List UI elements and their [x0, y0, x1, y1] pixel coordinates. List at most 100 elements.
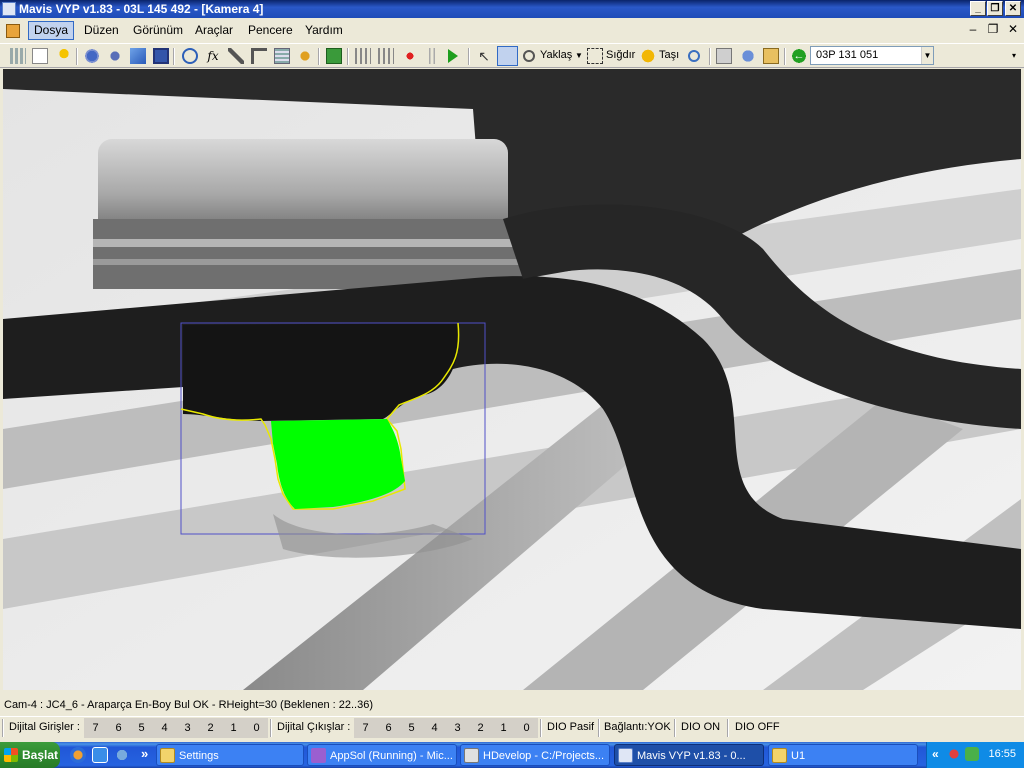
task-hdevelop[interactable]: HDevelop - C:/Projects...	[460, 744, 610, 766]
title-bar: Mavis VYP v1.83 - 03L 145 492 - [Kamera …	[0, 0, 1024, 18]
menu-dosya[interactable]: Dosya	[28, 21, 75, 40]
digital-input-7: 7	[84, 718, 107, 738]
record-icon[interactable]	[402, 48, 418, 64]
start-button[interactable]: Başlat	[0, 742, 60, 768]
fit-icon[interactable]	[587, 48, 603, 64]
zoom-dropdown-icon[interactable]: ▼	[575, 51, 583, 60]
save-icon[interactable]	[153, 48, 169, 64]
digital-input-6: 6	[107, 718, 130, 738]
close-button[interactable]: ✕	[1005, 1, 1021, 16]
gears-icon[interactable]	[107, 48, 123, 64]
camera-combo-value: 03P 131 051	[816, 49, 879, 61]
camera-image-view[interactable]	[3, 69, 1021, 690]
app-window-icon	[618, 748, 633, 763]
digital-output-6: 6	[377, 718, 400, 738]
toolbar-separator	[709, 48, 711, 65]
dio-separator	[674, 719, 676, 737]
play-icon[interactable]	[448, 49, 458, 63]
visual-studio-icon	[311, 748, 326, 763]
book-icon[interactable]	[326, 48, 342, 64]
windows-logo-icon	[4, 748, 18, 762]
tray-network-icon[interactable]	[965, 747, 979, 761]
digital-input-0: 0	[245, 718, 268, 738]
minimize-button[interactable]: _	[970, 1, 986, 16]
digital-input-2: 2	[199, 718, 222, 738]
print-icon[interactable]	[716, 48, 732, 64]
app-icon[interactable]	[2, 2, 16, 16]
inspect-icon[interactable]	[182, 48, 198, 64]
toolbar-separator	[468, 48, 470, 65]
menu-duzen[interactable]: Düzen	[79, 21, 124, 40]
digital-output-3: 3	[446, 718, 469, 738]
pointer-icon[interactable]: ↖	[476, 48, 492, 64]
menu-bar: Dosya Düzen Görünüm Araçlar Pencere Yard…	[0, 18, 1024, 43]
dio-bar: Dijital Girişler : 7 6 5 4 3 2 1 0 Dijit…	[0, 716, 1024, 739]
move-label[interactable]: Taşı	[659, 49, 679, 61]
messenger-icon[interactable]	[114, 747, 130, 763]
dio-off-button[interactable]: DIO OFF	[735, 721, 780, 733]
task-settings[interactable]: Settings	[156, 744, 304, 766]
toolbar-separator	[173, 48, 175, 65]
settings-gear-icon[interactable]	[84, 48, 100, 64]
calculator-icon[interactable]	[274, 48, 290, 64]
move-icon[interactable]	[640, 48, 656, 64]
pipette-icon[interactable]	[228, 48, 244, 64]
ruler-icon[interactable]	[251, 48, 267, 64]
taskbar: Başlat » Settings AppSol (Running) - Mic…	[0, 742, 1024, 768]
restore-button[interactable]: ❐	[987, 1, 1003, 16]
camera-combo[interactable]: 03P 131 051 ▼	[810, 46, 934, 65]
function-icon[interactable]: fx	[205, 48, 221, 64]
hdevelop-icon	[464, 748, 479, 763]
digital-output-0: 0	[515, 718, 538, 738]
menu-pencere[interactable]: Pencere	[243, 21, 298, 40]
firefox-icon[interactable]	[70, 747, 86, 763]
tray-security-icon[interactable]	[947, 747, 961, 761]
digital-outputs-label: Dijital Çıkışlar :	[277, 721, 351, 733]
image-icon[interactable]	[130, 48, 146, 64]
dio-on-button[interactable]: DIO ON	[681, 721, 720, 733]
inspection-status: Cam-4 : JC4_6 - Araparça En-Boy Bul OK -…	[0, 696, 1024, 714]
mdi-restore-button[interactable]: ❐	[986, 22, 1000, 36]
select-region-icon[interactable]	[497, 46, 518, 66]
digital-output-5: 5	[400, 718, 423, 738]
camera-image	[3, 69, 1021, 690]
grid-icon[interactable]	[10, 48, 26, 64]
task-u1[interactable]: U1	[768, 744, 918, 766]
sound-icon[interactable]	[297, 48, 313, 64]
quick-launch-chevron[interactable]: »	[141, 746, 148, 761]
mdi-child-icon[interactable]	[6, 24, 20, 38]
task-mavis-vyp[interactable]: Mavis VYP v1.83 - 0...	[614, 744, 764, 766]
network-icon[interactable]	[740, 48, 756, 64]
distribute-icon[interactable]	[378, 48, 394, 64]
menu-araclar[interactable]: Araçlar	[190, 21, 238, 40]
dio-mode-status: DIO Pasif	[547, 721, 595, 733]
start-label: Başlat	[22, 748, 59, 762]
key-icon[interactable]	[56, 48, 72, 64]
mdi-close-button[interactable]: ✕	[1006, 22, 1020, 36]
digital-input-4: 4	[153, 718, 176, 738]
menu-yardim[interactable]: Yardım	[300, 21, 348, 40]
zoom-icon[interactable]	[523, 50, 535, 62]
digital-input-3: 3	[176, 718, 199, 738]
checklist-icon[interactable]	[32, 48, 48, 64]
properties-icon[interactable]	[763, 48, 779, 64]
back-arrow-icon[interactable]: ←	[791, 48, 807, 64]
menu-gorunum[interactable]: Görünüm	[128, 21, 188, 40]
search-icon[interactable]	[688, 50, 700, 62]
toolbar-overflow-icon[interactable]: ▾	[1012, 48, 1024, 64]
tray-chevron[interactable]: «	[932, 747, 939, 761]
toolbar-separator	[76, 48, 78, 65]
fit-label[interactable]: Sığdır	[606, 49, 635, 61]
clock: 16:55	[988, 748, 1016, 760]
digital-inputs-label: Dijital Girişler :	[9, 721, 80, 733]
zoom-label[interactable]: Yaklaş	[540, 49, 572, 61]
task-label: U1	[791, 750, 806, 762]
pause-icon[interactable]	[424, 48, 440, 64]
internet-explorer-icon[interactable]	[92, 747, 108, 763]
connection-status: Bağlantı:YOK	[604, 721, 671, 733]
align-icon[interactable]	[355, 48, 371, 64]
chevron-down-icon[interactable]: ▼	[921, 47, 933, 64]
digital-output-2: 2	[469, 718, 492, 738]
task-appsol[interactable]: AppSol (Running) - Mic...	[307, 744, 457, 766]
mdi-minimize-button[interactable]: –	[966, 22, 980, 36]
